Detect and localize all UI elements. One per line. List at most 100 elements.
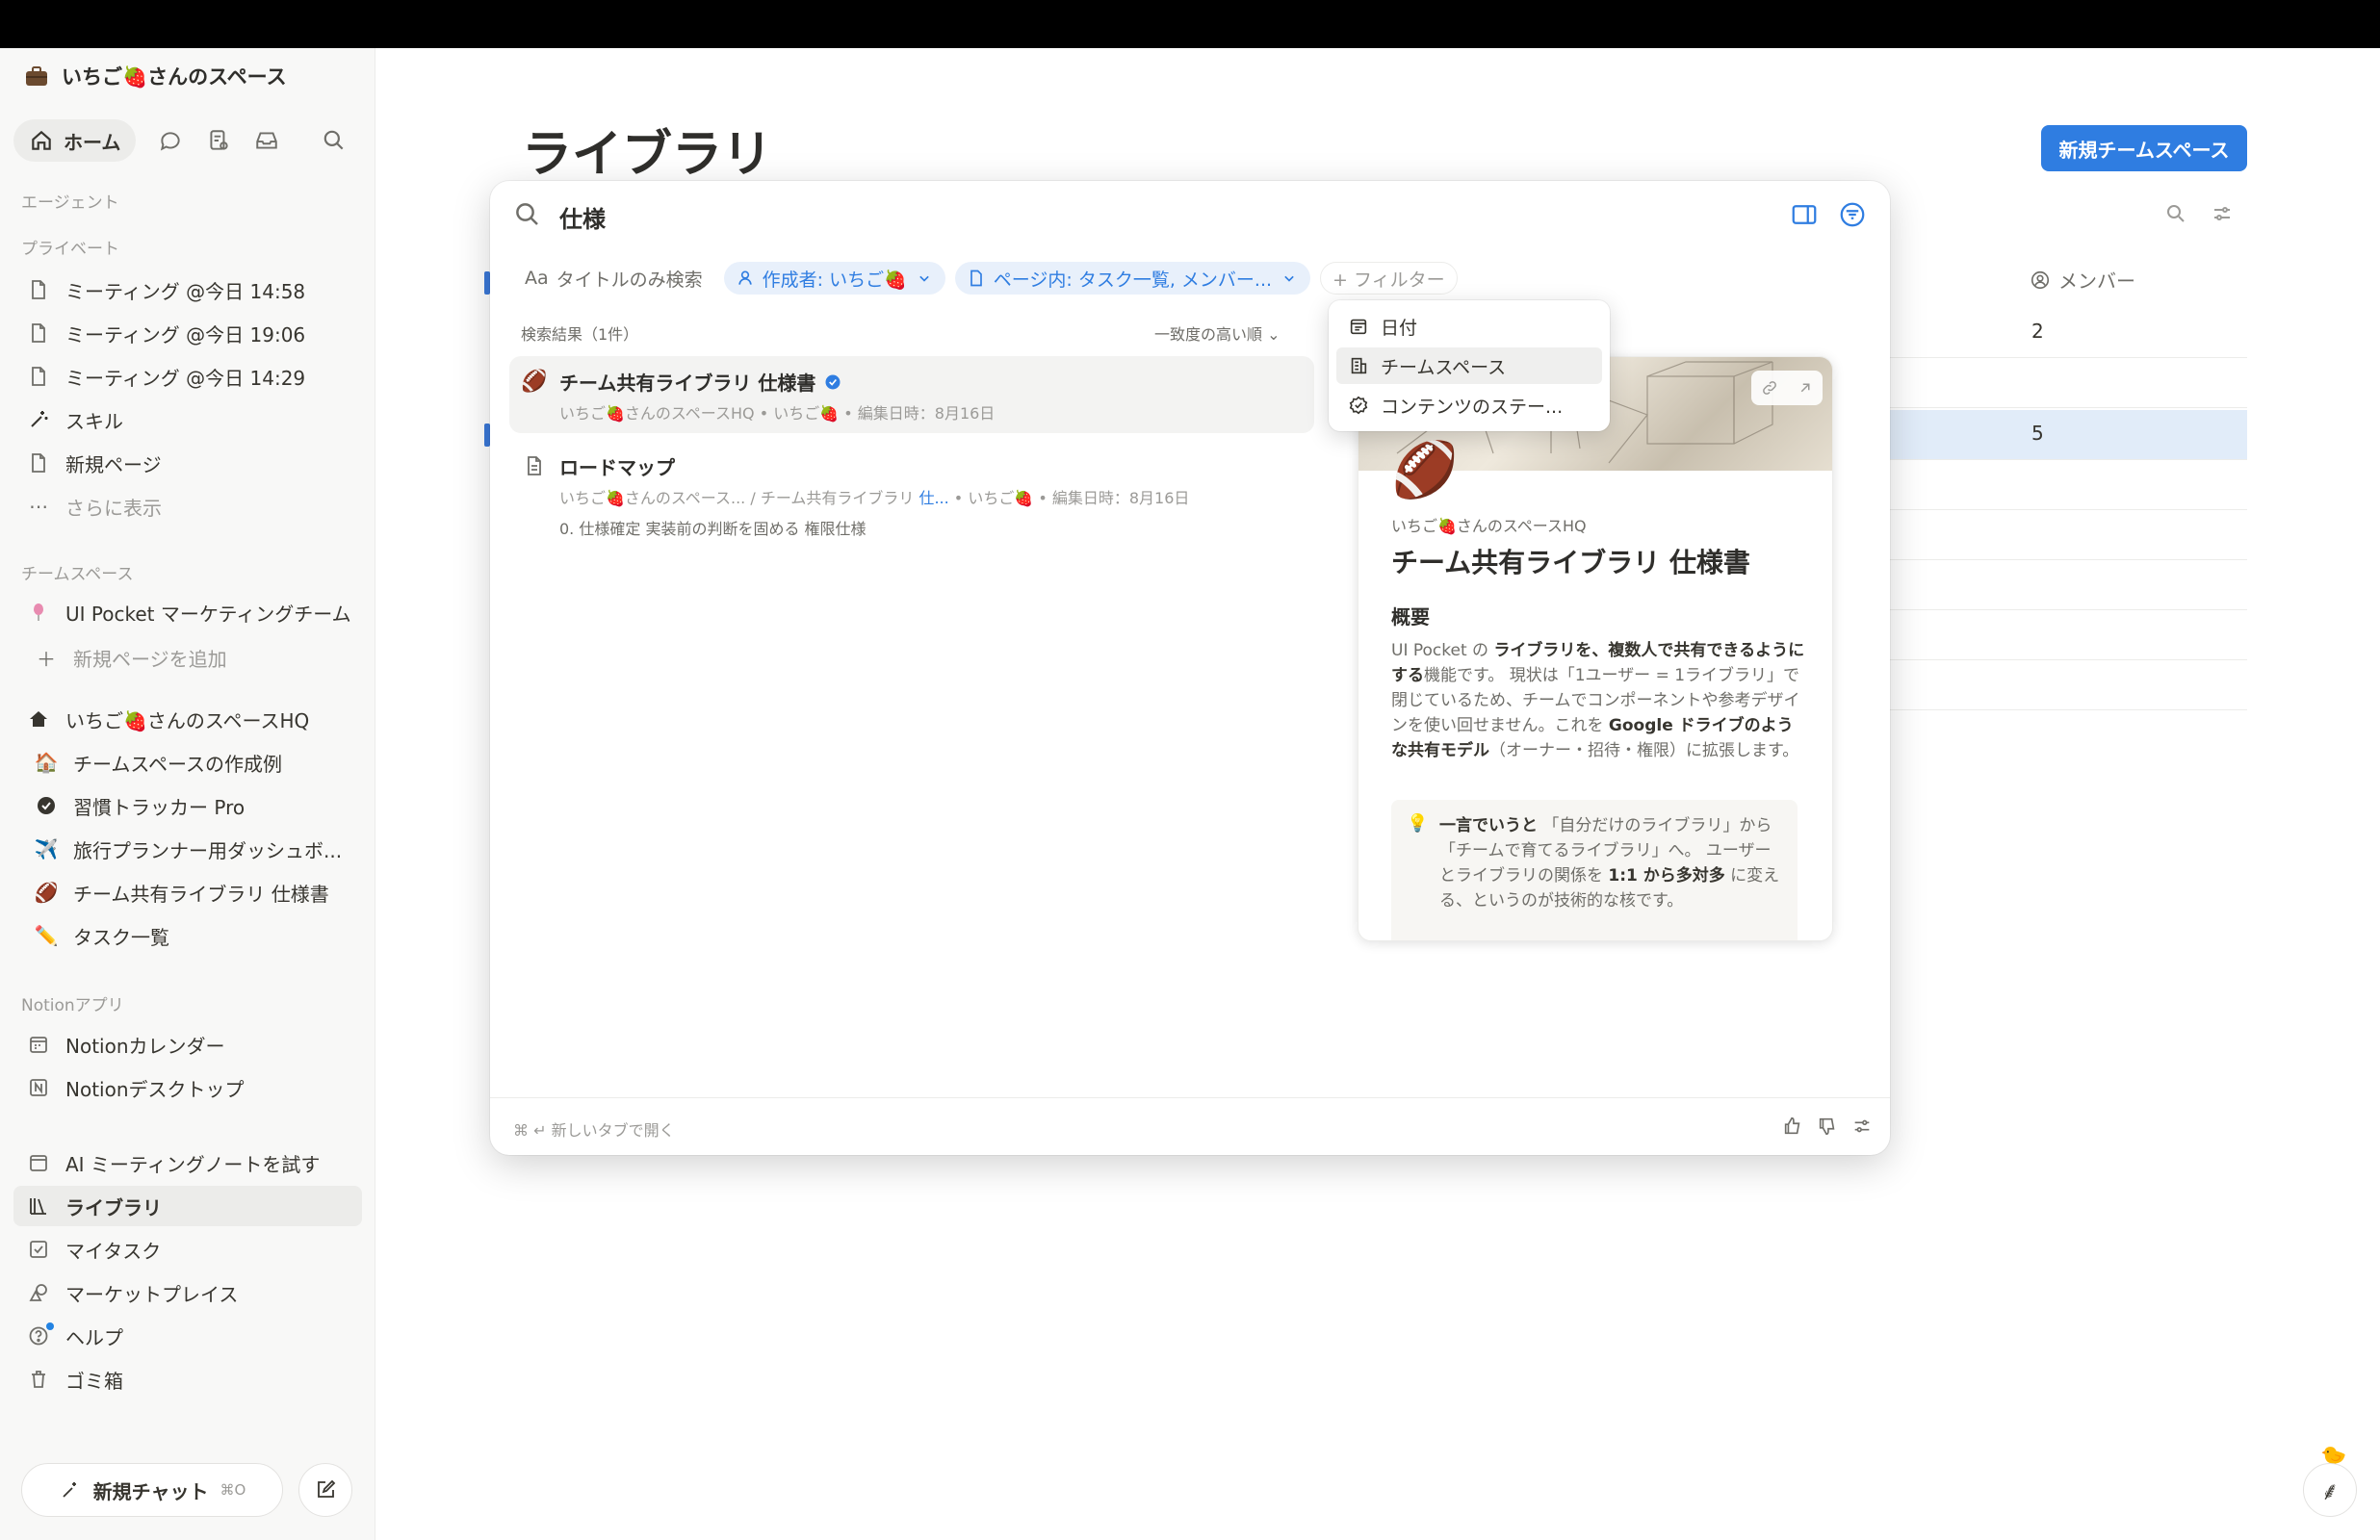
page-icon: [25, 276, 52, 303]
sidebar-item-task-list[interactable]: ✏️ タスク一覧: [13, 915, 362, 956]
page-preview-card[interactable]: 🏈 いちご🍓さんのスペースHQ チーム共有ライブラリ 仕様書 概要 UI Poc…: [1358, 356, 1833, 941]
workspace-switcher[interactable]: いちご🍓さんのスペース: [23, 62, 287, 90]
sidebar-item-teamspace-example[interactable]: 🏠 チームスペースの作成例: [13, 742, 362, 783]
table-row[interactable]: [1887, 510, 2247, 560]
search-result[interactable]: ロードマップ いちご🍓さんのスペース... / チーム共有ライブラリ 仕... …: [509, 441, 1314, 538]
text-format-icon: Aa: [525, 268, 549, 289]
body-text: （オーナー・招待・権限）に拡張します。: [1489, 741, 1799, 760]
sort-dropdown[interactable]: 一致度の高い順 ⌄: [1154, 321, 1281, 345]
calendar-app-icon: [25, 1031, 52, 1058]
table-row[interactable]: [1887, 610, 2247, 660]
member-count: 5: [2031, 422, 2044, 445]
sidebar-item-travel-dashboard[interactable]: ✈️ 旅行プランナー用ダッシュボ...: [13, 829, 362, 869]
home-label: ホーム: [64, 130, 121, 154]
check-badge-icon: [33, 792, 60, 819]
preview-heading: 概要: [1391, 605, 1430, 629]
sidebar-item-skills[interactable]: スキル: [13, 399, 362, 440]
meta-path: いちご🍓さんのスペース... / チーム共有ライブラリ: [559, 489, 919, 507]
member-column-header[interactable]: メンバー: [2030, 266, 2135, 294]
sidebar-item-label: チーム共有ライブラリ 仕様書: [73, 882, 329, 906]
filter-option-date[interactable]: 日付: [1336, 308, 1602, 345]
author-filter[interactable]: 作成者: いちご🍓: [723, 262, 945, 295]
sidebar-item-habit-tracker[interactable]: 習慣トラッカー Pro: [13, 785, 362, 826]
search-result[interactable]: 🏈 チーム共有ライブラリ 仕様書 いちご🍓さんのスペースHQ • いちご🍓 • …: [509, 356, 1314, 433]
verified-status-icon: [1349, 396, 1368, 415]
filter-option-label: チームスペース: [1381, 356, 1507, 378]
filter-label: ページ内: タスク一覧, メンバー...: [993, 269, 1273, 291]
sidebar-item-new-page[interactable]: 新規ページ: [13, 443, 362, 483]
sidebar-item-my-tasks[interactable]: マイタスク: [13, 1229, 362, 1270]
sidebar-item-label: ミーティング @今日 19:06: [65, 322, 306, 346]
title-only-filter[interactable]: Aa タイトルのみ検索: [513, 262, 714, 295]
page-icon: [25, 363, 52, 390]
preview-actions: [1751, 371, 1823, 405]
ai-stick-figure-icon: ⸙: [2320, 1477, 2340, 1506]
settings-sliders-icon[interactable]: [1851, 1116, 1873, 1137]
filter-sliders-icon[interactable]: [2211, 202, 2234, 225]
search-button[interactable]: [321, 127, 348, 154]
results-count: 検索結果（1件）: [521, 325, 639, 344]
new-teamspace-button[interactable]: 新規チームスペース: [2041, 125, 2247, 171]
sidebar-item-meeting-1[interactable]: ミーティング @今日 14:58: [13, 270, 362, 310]
member-column-label: メンバー: [2058, 270, 2135, 293]
sidebar-item-meeting-3[interactable]: ミーティング @今日 14:29: [13, 356, 362, 397]
table-row[interactable]: [1887, 358, 2247, 408]
sidebar-item-label: チームスペースの作成例: [73, 752, 282, 776]
sidebar-item-show-more[interactable]: ⋯ さらに表示: [13, 486, 362, 526]
open-external-icon[interactable]: [1797, 379, 1814, 397]
chat-button[interactable]: [157, 127, 184, 154]
page-icon: [970, 270, 982, 287]
sidebar-item-notion-calendar[interactable]: Notionカレンダー: [13, 1024, 362, 1065]
sidebar-item-label: 新規ページを追加: [73, 647, 227, 671]
filter-menu: 日付 チームスペース コンテンツのステー...: [1329, 300, 1610, 431]
table-row[interactable]: [1887, 460, 2247, 510]
add-filter-button[interactable]: + フィルター: [1320, 262, 1458, 295]
pencil-icon: ✏️: [34, 924, 59, 947]
sidebar-item-meeting-2[interactable]: ミーティング @今日 19:06: [13, 313, 362, 353]
filter-option-teamspace[interactable]: チームスペース: [1336, 347, 1602, 384]
sidebar-item-shared-library-spec[interactable]: 🏈 チーム共有ライブラリ 仕様書: [13, 872, 362, 912]
side-panel-icon[interactable]: [1790, 200, 1819, 229]
sidebar-item-hq[interactable]: いちご🍓さんのスペースHQ: [13, 699, 362, 739]
sidebar-item-add-page[interactable]: ＋ 新規ページを追加: [13, 637, 362, 678]
table-row[interactable]: 2: [1887, 308, 2247, 358]
sidebar-item-trash[interactable]: ゴミ箱: [13, 1359, 362, 1399]
sidebar-item-library[interactable]: ライブラリ: [13, 1186, 362, 1226]
house-icon: [25, 706, 52, 732]
filter-toggle-icon[interactable]: [1838, 200, 1867, 229]
house-emoji-icon: 🏠: [34, 751, 59, 774]
sidebar-item-label: Notionカレンダー: [65, 1034, 225, 1058]
table-row[interactable]: [1887, 660, 2247, 710]
result-title-text: チーム共有ライブラリ 仕様書: [559, 372, 816, 395]
result-snippet: 0. 仕様確定 実装前の判断を固める 権限仕様: [559, 520, 867, 538]
sidebar-item-help[interactable]: ヘルプ: [13, 1316, 362, 1356]
home-button[interactable]: ホーム: [13, 119, 137, 162]
search-input[interactable]: 仕様: [559, 200, 606, 234]
callout-text: 一言でいうと 「自分だけのライブラリ」から「チームで育てるライブラリ」へ。 ユー…: [1439, 813, 1786, 913]
sidebar-item-ai-meeting-notes[interactable]: AI ミーティングノートを試す: [13, 1142, 362, 1183]
help-button[interactable]: ⸙: [2303, 1463, 2357, 1517]
more-icon: ⋯: [29, 495, 48, 518]
inbox-button[interactable]: [253, 127, 280, 154]
search-icon[interactable]: [2164, 202, 2187, 225]
in-page-filter[interactable]: ページ内: タスク一覧, メンバー...: [954, 262, 1311, 295]
sidebar-item-marketplace[interactable]: マーケットプレイス: [13, 1272, 362, 1313]
table-row[interactable]: [1887, 560, 2247, 610]
sparkle-wand-icon: [25, 406, 52, 433]
callout-bold: 1:1 から多対多: [1608, 866, 1725, 886]
briefcase-icon: [26, 66, 47, 86]
meta-link[interactable]: 仕...: [918, 489, 948, 507]
thumbs-up-icon[interactable]: [1782, 1116, 1803, 1137]
verified-badge-icon: [825, 374, 841, 389]
filter-option-content-status[interactable]: コンテンツのステー...: [1336, 387, 1602, 424]
link-icon[interactable]: [1761, 379, 1778, 397]
thumbs-down-icon[interactable]: [1817, 1116, 1838, 1137]
table-row[interactable]: 5: [1887, 410, 2247, 460]
sidebar-item-ui-pocket-team[interactable]: UI Pocket マーケティングチーム: [13, 592, 362, 632]
sidebar-item-notion-desktop[interactable]: Notionデスクトップ: [13, 1067, 362, 1108]
compose-button[interactable]: [298, 1463, 352, 1517]
new-chat-button[interactable]: 新規チャット ⌘O: [21, 1463, 283, 1517]
meeting-notes-button[interactable]: [205, 127, 232, 154]
calendar-icon: [1350, 319, 1367, 335]
calendar-icon: [25, 1149, 52, 1176]
